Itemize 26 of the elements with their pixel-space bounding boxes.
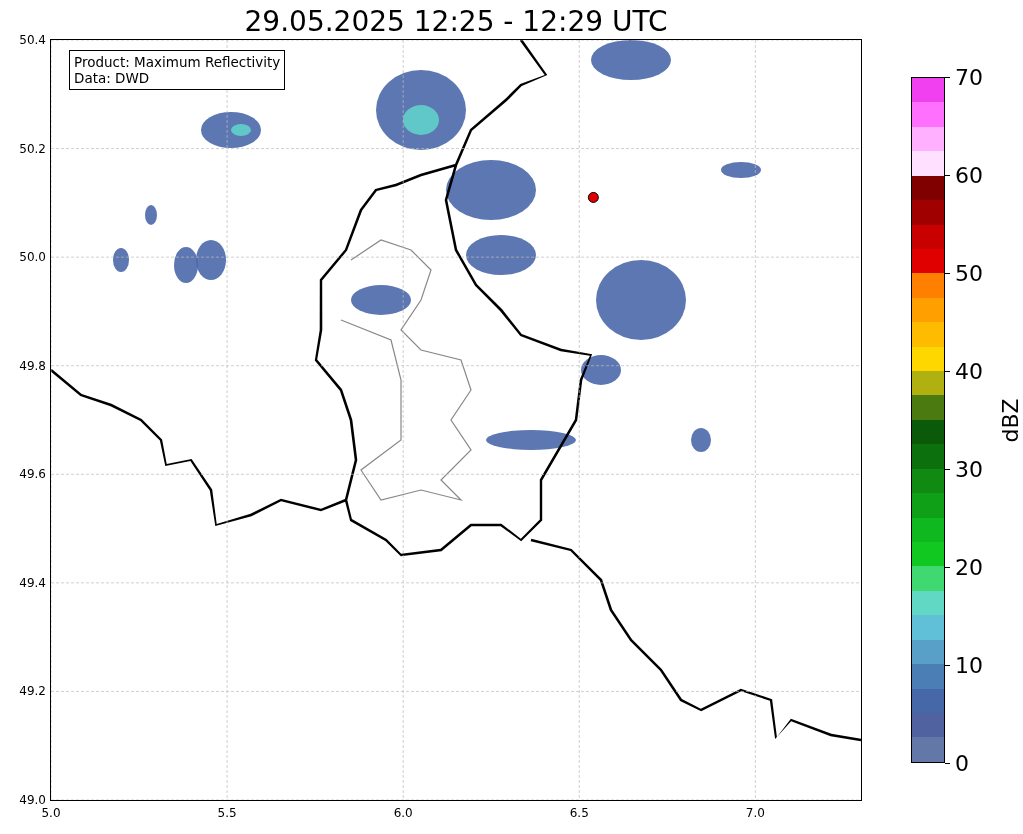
- colorbar-tick-label: 40: [955, 358, 983, 384]
- y-tick-label: 49.6: [19, 467, 46, 482]
- info-text: Data: DWD: [74, 70, 151, 86]
- colorbar-tick-label: 10: [955, 652, 983, 678]
- x-tick-label: 5.5: [217, 806, 237, 820]
- y-tick-label: 49.8: [19, 358, 46, 373]
- colorbar-tick-label: 60: [955, 162, 983, 188]
- colorbar-tick-label: 70: [955, 64, 983, 90]
- y-tick-label: 50.0: [19, 250, 46, 265]
- y-tick-label: 49.0: [19, 793, 46, 807]
- colorbar-tick-label: 20: [955, 554, 983, 580]
- x-tick-label: 5.0: [41, 806, 61, 820]
- x-tick-label: 7.0: [745, 806, 765, 820]
- location-marker: [587, 191, 599, 203]
- colorbar-tick-label: 0: [955, 750, 969, 776]
- y-tick-label: 50.2: [19, 141, 46, 156]
- info-text: Product: Maximum Reflectivity: [74, 54, 281, 70]
- x-tick-label: 6.0: [393, 806, 413, 820]
- y-tick-label: 50.4: [19, 33, 46, 47]
- y-tick-label: 49.4: [19, 575, 46, 590]
- colorbar-label: dBZ: [997, 397, 1023, 443]
- y-tick-label: 49.2: [19, 684, 46, 699]
- chart-title: 29.05.2025 12:25 - 12:29 UTC: [243, 4, 669, 39]
- colorbar-tick-label: 30: [955, 456, 983, 482]
- x-tick-label: 6.5: [569, 806, 589, 820]
- colorbar-tick-label: 50: [955, 260, 983, 286]
